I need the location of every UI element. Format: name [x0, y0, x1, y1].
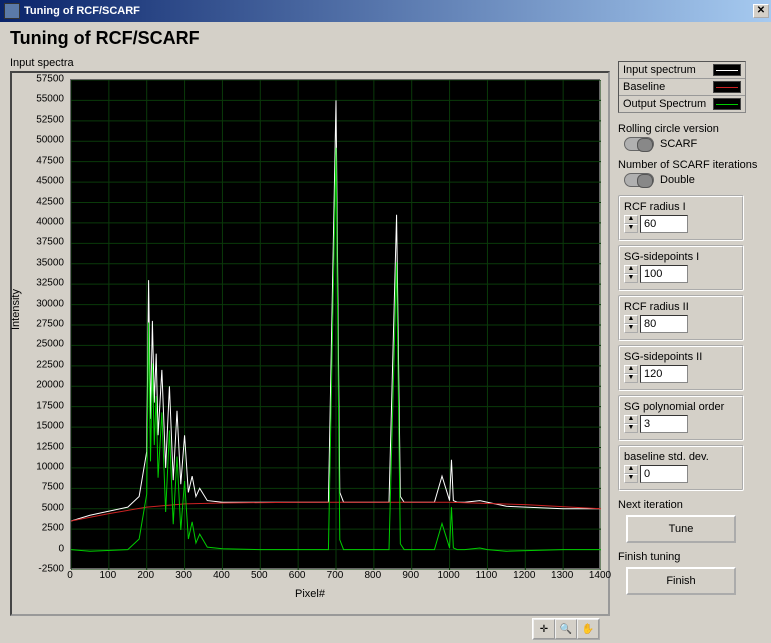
sgord-down[interactable]: ▼: [624, 424, 638, 433]
bstd-down[interactable]: ▼: [624, 474, 638, 483]
chart-svg: [71, 80, 601, 570]
window-title: Tuning of RCF/SCARF: [24, 5, 753, 17]
bstd-input[interactable]: [640, 465, 688, 483]
rcf2-group: RCF radius II ▲▼: [618, 295, 744, 341]
y-axis-label: Intensity: [10, 289, 22, 330]
window-body: Tuning of RCF/SCARF Input spectra -25000…: [0, 22, 771, 643]
plot-label: Input spectra: [10, 57, 610, 69]
legend-item-output[interactable]: Output Spectrum: [619, 96, 745, 112]
iter-value: Double: [660, 174, 695, 186]
sgord-input[interactable]: [640, 415, 688, 433]
sg1-down[interactable]: ▼: [624, 274, 638, 283]
crosshair-tool-icon[interactable]: ✛: [533, 619, 555, 639]
finish-button[interactable]: Finish: [626, 567, 736, 595]
sg1-input[interactable]: [640, 265, 688, 283]
iter-label: Number of SCARF iterations: [618, 159, 761, 171]
sg2-down[interactable]: ▼: [624, 374, 638, 383]
legend: Input spectrum Baseline Output Spectrum: [618, 61, 746, 113]
window-titlebar: Tuning of RCF/SCARF ✕: [0, 0, 771, 22]
app-icon: [4, 3, 20, 19]
sg1-group: SG-sidepoints I ▲▼: [618, 245, 744, 291]
next-label: Next iteration: [618, 499, 761, 511]
bstd-up[interactable]: ▲: [624, 465, 638, 474]
graph-palette: ✛ 🔍 ✋: [532, 618, 600, 640]
pan-tool-icon[interactable]: ✋: [577, 619, 599, 639]
rcv-toggle[interactable]: [624, 137, 654, 151]
sg2-input[interactable]: [640, 365, 688, 383]
sg2-group: SG-sidepoints II ▲▼: [618, 345, 744, 391]
legend-item-baseline[interactable]: Baseline: [619, 79, 745, 96]
rcf2-up[interactable]: ▲: [624, 315, 638, 324]
bstd-group: baseline std. dev. ▲▼: [618, 445, 744, 491]
rcf1-up[interactable]: ▲: [624, 215, 638, 224]
iter-toggle[interactable]: [624, 173, 654, 187]
x-axis-label: Pixel#: [295, 588, 325, 600]
rcf1-input[interactable]: [640, 215, 688, 233]
rcf1-group: RCF radius I ▲▼: [618, 195, 744, 241]
plot-frame: -250002500500075001000012500150001750020…: [10, 71, 610, 616]
rcf2-input[interactable]: [640, 315, 688, 333]
finish-label: Finish tuning: [618, 551, 761, 563]
rcv-value: SCARF: [660, 138, 697, 150]
zoom-tool-icon[interactable]: 🔍: [555, 619, 577, 639]
close-button[interactable]: ✕: [753, 4, 769, 18]
rcf2-down[interactable]: ▼: [624, 324, 638, 333]
tune-button[interactable]: Tune: [626, 515, 736, 543]
x-axis-ticks: 0100200300400500600700800900100011001200…: [70, 570, 600, 584]
page-title: Tuning of RCF/SCARF: [10, 28, 761, 49]
sgord-up[interactable]: ▲: [624, 415, 638, 424]
sgord-group: SG polynomial order ▲▼: [618, 395, 744, 441]
sg1-up[interactable]: ▲: [624, 265, 638, 274]
plot-area[interactable]: [70, 79, 600, 569]
legend-item-input[interactable]: Input spectrum: [619, 62, 745, 79]
sg2-up[interactable]: ▲: [624, 365, 638, 374]
rcv-label: Rolling circle version: [618, 123, 761, 135]
rcf1-down[interactable]: ▼: [624, 224, 638, 233]
